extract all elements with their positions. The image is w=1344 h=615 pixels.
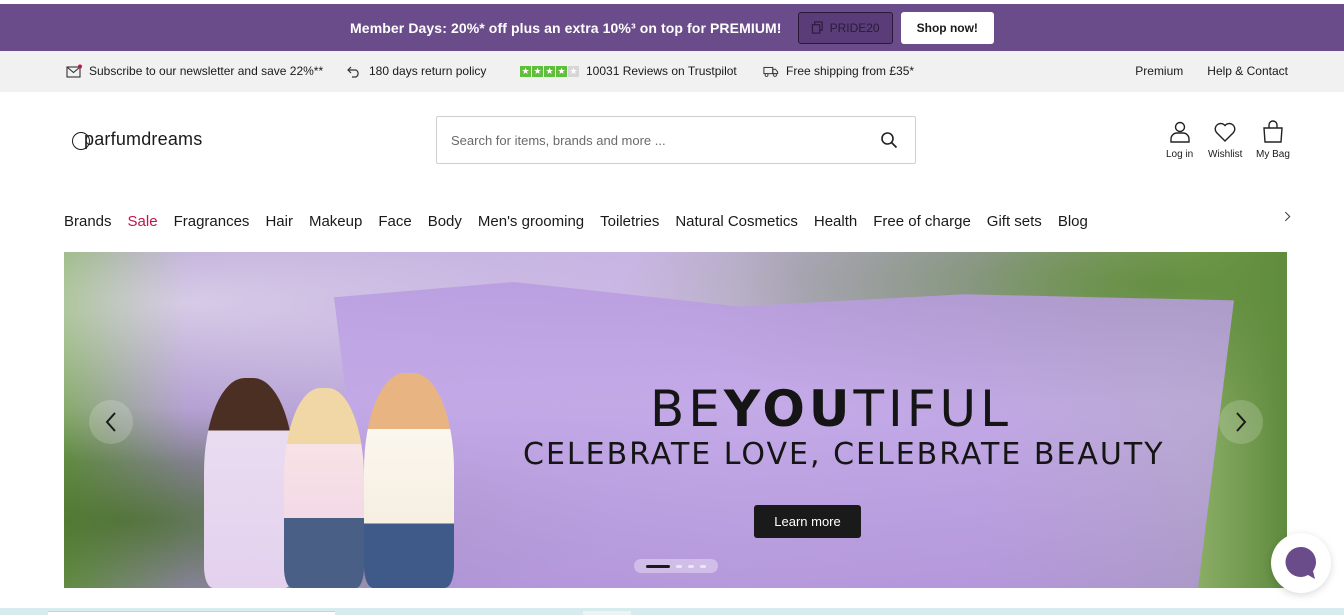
nav-item-face[interactable]: Face	[378, 213, 411, 230]
reviews-text: 10031 Reviews on Trustpilot	[586, 64, 737, 78]
hero-banner[interactable]: BEYOUTIFUL CELEBRATE LOVE, CELEBRATE BEA…	[64, 252, 1287, 588]
star-icon: ★	[532, 65, 543, 77]
chevron-right-icon	[1236, 412, 1247, 432]
user-icon	[1169, 121, 1190, 143]
carousel-pagination	[634, 559, 718, 573]
shipping-usp[interactable]: Free shipping from £35*	[763, 64, 914, 78]
carousel-dot[interactable]	[676, 564, 682, 568]
newsletter-usp[interactable]: Subscribe to our newsletter and save 22%…	[66, 64, 323, 78]
wishlist-label: Wishlist	[1208, 149, 1243, 160]
hero-subtitle: CELEBRATE LOVE, CELEBRATE BEAUTY	[523, 437, 1165, 472]
nav-item-brands[interactable]: Brands	[64, 213, 112, 230]
bag-icon	[1263, 120, 1283, 143]
hero-person	[204, 378, 294, 588]
search-icon	[881, 132, 898, 149]
hero-person	[284, 388, 364, 588]
shipping-text: Free shipping from £35*	[786, 64, 915, 78]
trustpilot-usp[interactable]: ★ ★ ★ ★ ★ 10031 Reviews on Trustpilot	[520, 64, 737, 78]
trustpilot-stars: ★ ★ ★ ★ ★	[520, 65, 579, 77]
return-arrow-icon	[347, 66, 359, 78]
nav-item-blog[interactable]: Blog	[1058, 213, 1088, 230]
nav-item-body[interactable]: Body	[428, 213, 462, 230]
carousel-next-button[interactable]	[1219, 400, 1263, 444]
carousel-dot[interactable]	[646, 564, 670, 568]
star-icon: ★	[568, 65, 579, 77]
main-nav: Brands Sale Fragrances Hair Makeup Face …	[64, 208, 1088, 234]
chevron-left-icon	[105, 412, 116, 432]
promo-code-label: PRIDE20	[829, 20, 880, 35]
envelope-icon	[66, 64, 82, 78]
login-label: Log in	[1166, 149, 1194, 160]
carousel-prev-button[interactable]	[89, 400, 133, 444]
returns-text: 180 days return policy	[369, 64, 487, 78]
nav-item-fragrances[interactable]: Fragrances	[174, 213, 250, 230]
nav-item-natural-cosmetics[interactable]: Natural Cosmetics	[675, 213, 798, 230]
hero-title: BEYOUTIFUL	[650, 380, 1012, 438]
bag-label: My Bag	[1256, 149, 1290, 160]
logo-text: parfumdreams	[84, 129, 203, 149]
truck-icon	[763, 66, 779, 77]
promo-code-button[interactable]: PRIDE20	[797, 11, 893, 44]
nav-item-health[interactable]: Health	[814, 213, 857, 230]
carousel-dot[interactable]	[700, 564, 706, 568]
nav-item-sale[interactable]: Sale	[128, 213, 158, 230]
nav-item-mens-grooming[interactable]: Men's grooming	[478, 213, 584, 230]
star-icon: ★	[520, 65, 531, 77]
carousel-dot[interactable]	[688, 564, 694, 568]
nav-item-free-of-charge[interactable]: Free of charge	[873, 213, 971, 230]
content-card	[48, 611, 335, 615]
logo-icon	[72, 131, 90, 150]
site-header: parfumdreams Log in Wishlist My Bag	[0, 92, 1344, 192]
wishlist-button[interactable]: Wishlist	[1208, 120, 1242, 160]
star-icon: ★	[544, 65, 555, 77]
nav-item-hair[interactable]: Hair	[265, 213, 293, 230]
star-icon: ★	[556, 65, 567, 77]
heart-icon	[1214, 122, 1236, 142]
learn-more-button[interactable]: Learn more	[754, 505, 861, 538]
copy-icon	[811, 21, 823, 34]
search-box	[436, 116, 916, 164]
hero-people-image	[204, 362, 464, 588]
nav-item-gift-sets[interactable]: Gift sets	[987, 213, 1042, 230]
chat-bubble-icon	[1285, 546, 1316, 579]
chevron-right-icon	[1284, 211, 1290, 221]
login-button[interactable]: Log in	[1166, 120, 1193, 160]
chat-button[interactable]	[1271, 533, 1331, 593]
promo-text: Member Days: 20%* off plus an extra 10%³…	[350, 19, 782, 36]
premium-link[interactable]: Premium	[1135, 64, 1183, 78]
search-button[interactable]	[869, 120, 909, 160]
search-input[interactable]	[451, 132, 869, 148]
logo[interactable]: parfumdreams	[72, 129, 202, 150]
content-card	[583, 611, 631, 615]
usp-bar: Subscribe to our newsletter and save 22%…	[0, 51, 1344, 92]
nav-item-makeup[interactable]: Makeup	[309, 213, 362, 230]
nav-scroll-right-button[interactable]	[1280, 208, 1294, 224]
promo-bar: Member Days: 20%* off plus an extra 10%³…	[0, 4, 1344, 51]
bag-button[interactable]: My Bag	[1256, 120, 1290, 160]
hero-person	[364, 373, 454, 588]
nav-item-toiletries[interactable]: Toiletries	[600, 213, 659, 230]
shop-now-button[interactable]: Shop now!	[900, 11, 994, 44]
help-contact-link[interactable]: Help & Contact	[1207, 64, 1288, 78]
returns-usp[interactable]: 180 days return policy	[346, 64, 486, 78]
newsletter-text: Subscribe to our newsletter and save 22%…	[89, 64, 324, 78]
